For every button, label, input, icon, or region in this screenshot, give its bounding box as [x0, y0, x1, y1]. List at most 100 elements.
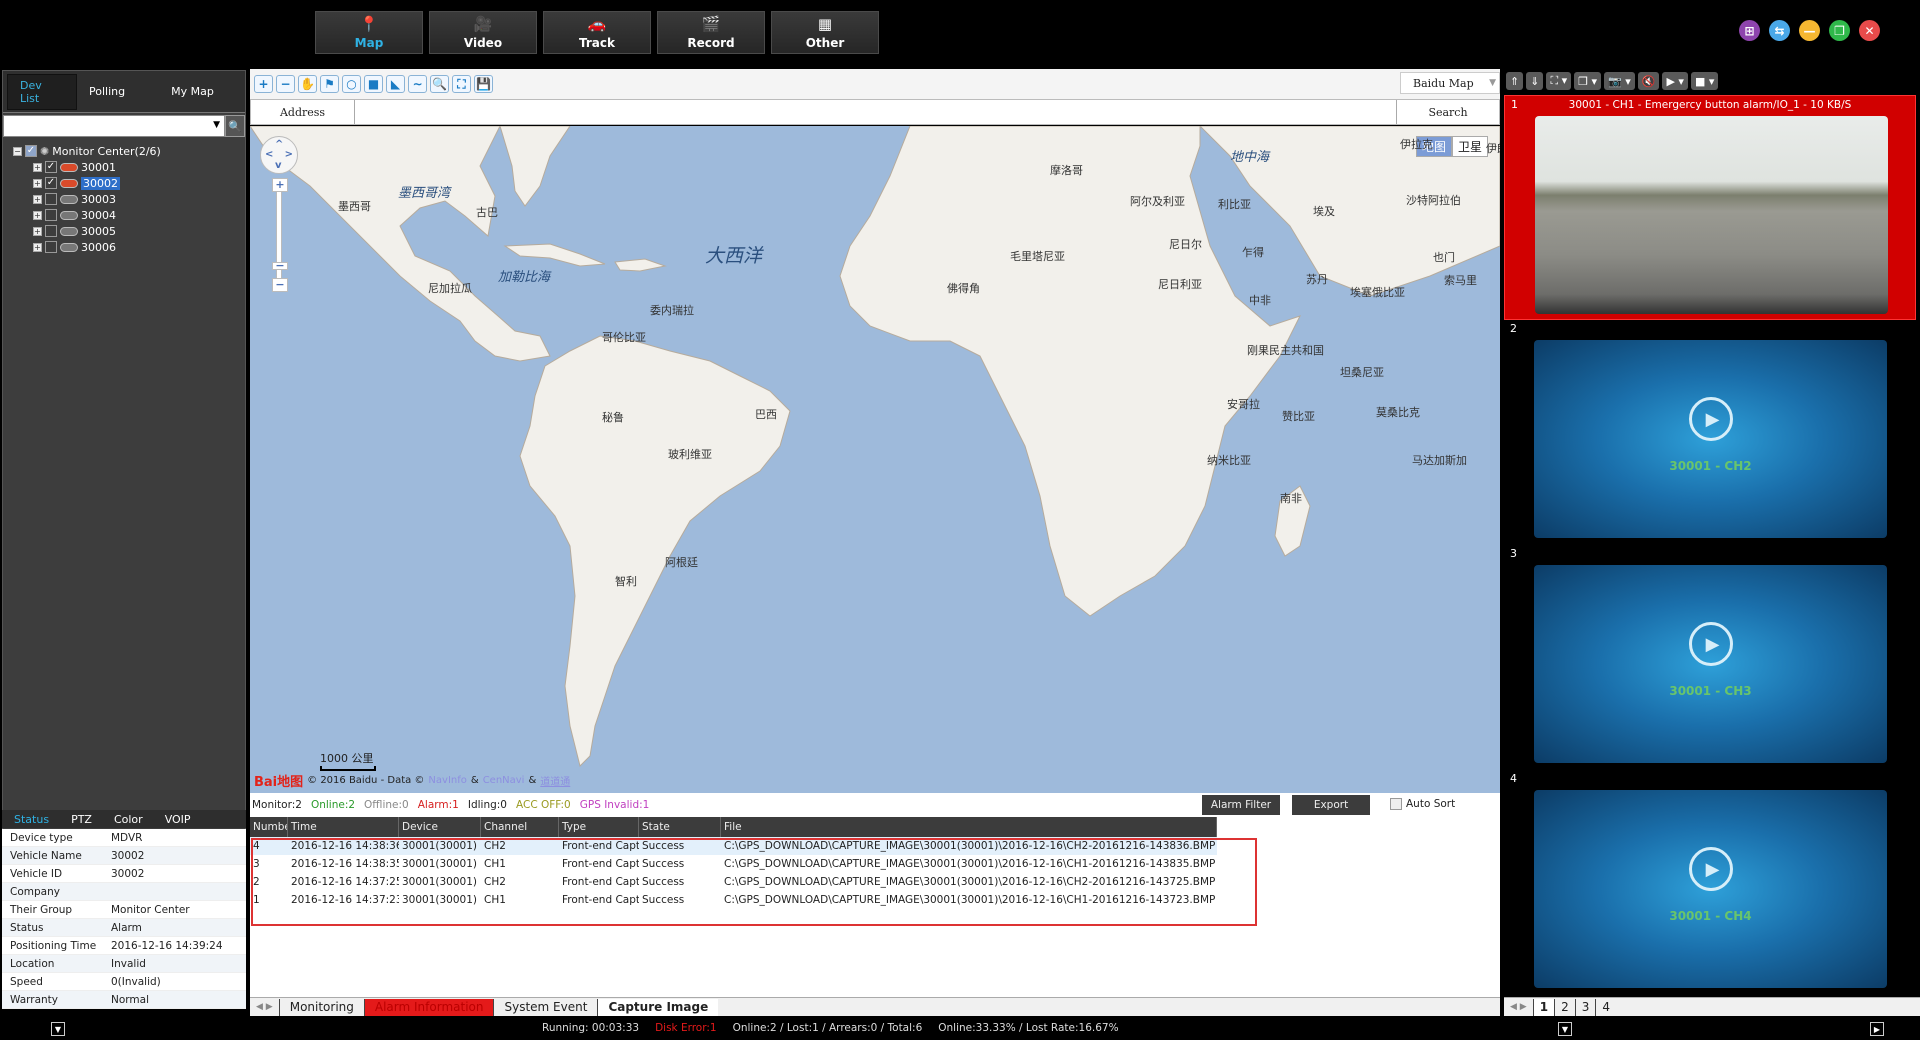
zoom-in-icon[interactable]: +	[254, 75, 273, 93]
tab-alarm-information[interactable]: Alarm Information	[363, 998, 494, 1016]
layout-icon[interactable]: ⊞	[1739, 20, 1760, 41]
auto-sort-checkbox[interactable]	[1390, 798, 1402, 810]
col-time[interactable]: Time	[288, 817, 399, 837]
fit-screen-icon[interactable]: ⛶ ▾	[1546, 72, 1572, 90]
map-zoom-out-icon[interactable]: −	[272, 278, 288, 292]
auto-sort[interactable]: Auto Sort	[1390, 798, 1455, 810]
rectangle-icon[interactable]: ■	[364, 75, 383, 93]
search-button[interactable]: 🔍	[225, 115, 245, 137]
circle-icon[interactable]: ○	[342, 75, 361, 93]
nav-record[interactable]: 🎬 Record	[657, 11, 765, 54]
live-video-feed[interactable]	[1535, 116, 1888, 314]
device-row[interactable]: + ✓ 30001	[13, 159, 245, 175]
line-icon[interactable]: ∼	[408, 75, 427, 93]
tab-system-event[interactable]: System Event	[493, 998, 597, 1016]
video-page-2[interactable]: 2	[1554, 998, 1575, 1016]
video-page-3[interactable]: 3	[1574, 998, 1596, 1016]
device-row[interactable]: + 30003	[13, 191, 245, 207]
expand-icon[interactable]: +	[33, 226, 42, 236]
device-checkbox[interactable]: ✓	[45, 177, 57, 189]
split-screen-icon[interactable]: ❐ ▾	[1574, 72, 1602, 90]
video-slot-2[interactable]: 2 ▶ 30001 - CH2	[1504, 320, 1916, 545]
play-circle-icon[interactable]: ▶	[1688, 847, 1733, 892]
pan-up-icon[interactable]: ^	[275, 139, 283, 150]
stop-icon[interactable]: ■ ▾	[1690, 72, 1719, 90]
tab-capture-image[interactable]: Capture Image	[597, 998, 719, 1016]
close-icon[interactable]: ✕	[1859, 20, 1880, 41]
navinfo-link[interactable]: NavInfo	[428, 775, 466, 786]
restore-icon[interactable]: ❐	[1829, 20, 1850, 41]
tab-status[interactable]: Status	[14, 813, 49, 826]
collapse-left-icon[interactable]: ▼	[51, 1022, 65, 1036]
col-type[interactable]: Type	[559, 817, 639, 837]
tab-my-map[interactable]: My Map	[159, 74, 226, 110]
fullscreen-icon[interactable]: ⛶	[452, 75, 471, 93]
device-checkbox[interactable]	[45, 209, 57, 221]
col-file[interactable]: File	[721, 817, 1217, 837]
tab-voip[interactable]: VOIP	[165, 813, 191, 826]
video-placeholder[interactable]: ▶ 30001 - CH2	[1534, 340, 1887, 538]
dropdown-arrow-icon[interactable]: ▼	[213, 120, 220, 130]
tab-color[interactable]: Color	[114, 813, 143, 826]
address-input[interactable]	[355, 100, 1396, 124]
collapse-video-icon[interactable]: ▼	[1558, 1022, 1572, 1036]
map-provider-select[interactable]: Baidu Map ▼	[1400, 72, 1500, 94]
snapshot-icon[interactable]: 📷 ▾	[1604, 72, 1635, 90]
zoom-out-icon[interactable]: −	[276, 75, 295, 93]
col-channel[interactable]: Channel	[481, 817, 559, 837]
nav-track[interactable]: 🚗 Track	[543, 11, 651, 54]
video-placeholder[interactable]: ▶ 30001 - CH3	[1534, 565, 1887, 763]
expand-right-icon[interactable]: ▶	[1870, 1022, 1884, 1036]
alarm-filter-button[interactable]: Alarm Filter	[1202, 795, 1280, 815]
flag-icon[interactable]: ⚑	[320, 75, 339, 93]
address-search-button[interactable]: Search	[1396, 100, 1499, 124]
expand-icon[interactable]: +	[33, 210, 42, 220]
export-button[interactable]: Export	[1292, 795, 1370, 815]
pan-down-icon[interactable]: v	[275, 160, 282, 171]
device-checkbox[interactable]	[45, 225, 57, 237]
video-slot-1[interactable]: 1 30001 - CH1 - Emergercy button alarm/IO…	[1504, 95, 1916, 320]
video-page-4[interactable]: 4	[1595, 998, 1616, 1016]
minimize-icon[interactable]: —	[1799, 20, 1820, 41]
col-state[interactable]: State	[639, 817, 721, 837]
daodao-link[interactable]: 道道通	[540, 773, 570, 788]
device-row[interactable]: + 30004	[13, 207, 245, 223]
nav-map[interactable]: 📍 Map	[315, 11, 423, 54]
nav-video[interactable]: 🎥 Video	[429, 11, 537, 54]
tab-polling[interactable]: Polling	[77, 74, 137, 110]
tree-root[interactable]: − ✓ ✺ Monitor Center(2/6)	[13, 143, 245, 159]
tab-scroll-arrows[interactable]: ◀ ▶	[250, 1002, 279, 1012]
expand-icon[interactable]: +	[33, 178, 42, 188]
map-pan-control[interactable]: ^ < > v	[260, 136, 298, 174]
zoom-handle[interactable]: −	[272, 260, 288, 271]
map-zoom-slider[interactable]: + − −	[272, 178, 288, 293]
pan-left-icon[interactable]: <	[265, 149, 273, 160]
root-checkbox[interactable]: ✓	[25, 145, 37, 157]
map-canvas[interactable]: ^ < > v + − − 地图 卫星 地中海 大西洋 墨西哥湾 加勒比海 墨西哥 古巴尼…	[250, 126, 1500, 793]
nav-other[interactable]: ▦ Other	[771, 11, 879, 54]
map-zoom-in-icon[interactable]: +	[272, 178, 288, 192]
device-row[interactable]: + ✓ 30002	[13, 175, 245, 191]
map-type-satellite[interactable]: 卫星	[1451, 136, 1488, 157]
device-checkbox[interactable]	[45, 193, 57, 205]
collapse-icon[interactable]: −	[13, 146, 22, 156]
search-map-icon[interactable]: 🔍	[430, 75, 449, 93]
col-device[interactable]: Device	[399, 817, 481, 837]
play-circle-icon[interactable]: ▶	[1688, 622, 1733, 667]
video-slot-4[interactable]: 4 ▶ 30001 - CH4	[1504, 770, 1916, 995]
expand-icon[interactable]: +	[33, 162, 42, 172]
video-page-1[interactable]: 1	[1532, 998, 1555, 1016]
device-row[interactable]: + 30005	[13, 223, 245, 239]
col-number[interactable]: Number	[250, 817, 288, 837]
video-placeholder[interactable]: ▶ 30001 - CH4	[1534, 790, 1887, 988]
pan-right-icon[interactable]: >	[285, 149, 293, 160]
video-slot-3[interactable]: 3 ▶ 30001 - CH3	[1504, 545, 1916, 770]
mute-icon[interactable]: 🔇	[1637, 72, 1660, 90]
device-search-input[interactable]: ▼	[3, 115, 225, 137]
tab-dev-list[interactable]: Dev List	[7, 73, 77, 110]
polygon-icon[interactable]: ◣	[386, 75, 405, 93]
device-checkbox[interactable]: ✓	[45, 161, 57, 173]
download-icon[interactable]: ⇓	[1526, 72, 1544, 90]
expand-icon[interactable]: +	[33, 242, 42, 252]
play-icon[interactable]: ▶ ▾	[1662, 72, 1688, 90]
